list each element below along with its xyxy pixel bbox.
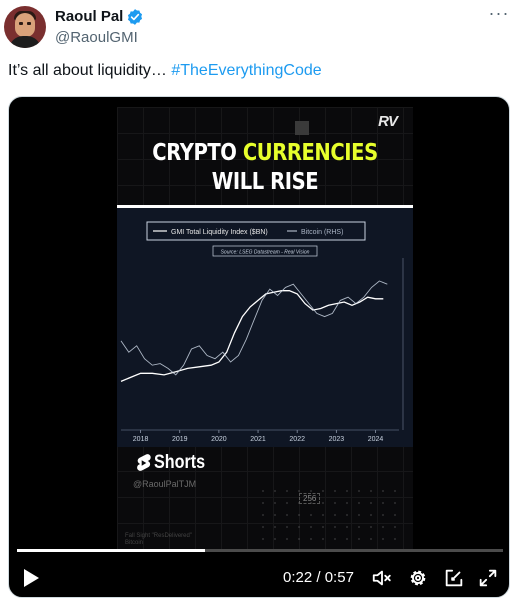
video-frame: RV CRYPTO CURRENCIES WILL RISE GMI Total… <box>117 107 413 551</box>
video-headline: CRYPTO CURRENCIES WILL RISE <box>139 139 391 197</box>
legend-label: Bitcoin (RHS) <box>301 229 343 236</box>
fullscreen-icon[interactable] <box>477 567 499 589</box>
headline-white: CRYPTO <box>152 140 243 166</box>
decorative-square <box>295 121 309 135</box>
shorts-label: Shorts <box>154 452 206 473</box>
tweet-text: It’s all about liquidity… #TheEverything… <box>8 62 322 80</box>
rv-logo: RV <box>378 113 398 130</box>
tiny-note: Fall Sight "ResDelivered" Bitcoin <box>125 533 192 547</box>
pip-icon[interactable] <box>443 567 465 589</box>
shorts-badge: Shorts <box>135 452 214 474</box>
time-total: 0:57 <box>324 569 354 586</box>
chart-source: Source: LSEG Datastream - Real Vision <box>221 250 310 256</box>
verified-badge-icon <box>127 9 143 25</box>
tweet-header: Raoul Pal @RaoulGMI ··· <box>0 0 524 56</box>
series-line <box>120 280 388 376</box>
series-line <box>120 290 384 382</box>
progress-fill <box>17 549 205 552</box>
headline-line2: WILL RISE <box>211 169 319 195</box>
legend-label: GMI Total Liquidity Index ($BN) <box>171 229 268 236</box>
settings-icon[interactable] <box>407 567 429 589</box>
chart-svg: GMI Total Liquidity Index ($BN) Bitcoin (… <box>120 221 404 443</box>
time-display: 0:22 / 0:57 <box>283 569 354 586</box>
x-tick-label: 2020 <box>211 436 227 443</box>
x-tick-label: 2021 <box>250 436 266 443</box>
x-tick-label: 2018 <box>133 436 149 443</box>
liquidity-chart: GMI Total Liquidity Index ($BN) Bitcoin (… <box>117 205 413 447</box>
x-tick-label: 2022 <box>289 436 305 443</box>
tiny-note-line: Fall Sight "ResDelivered" <box>125 533 192 539</box>
x-tick-label: 2019 <box>172 436 188 443</box>
avatar[interactable] <box>4 6 46 48</box>
author-name[interactable]: Raoul Pal <box>55 8 123 25</box>
volume-icon[interactable] <box>371 567 393 589</box>
code-number: 256 <box>299 493 321 504</box>
x-tick-label: 2024 <box>368 436 384 443</box>
tweet-body: It’s all about liquidity… <box>8 62 172 79</box>
time-current: 0:22 <box>283 569 313 586</box>
video-player[interactable]: RV CRYPTO CURRENCIES WILL RISE GMI Total… <box>8 96 510 598</box>
progress-bar[interactable] <box>17 549 503 552</box>
player-controls: 0:22 / 0:57 <box>9 563 509 593</box>
dot-grid <box>257 485 397 545</box>
x-tick-label: 2023 <box>329 436 345 443</box>
ellipsis-icon[interactable]: ··· <box>488 4 510 26</box>
play-icon[interactable] <box>21 567 41 589</box>
author-handle[interactable]: @RaoulGMI <box>55 29 138 46</box>
headline-accent: CURRENCIES <box>242 140 378 166</box>
channel-watermark: @RaoulPalTJM <box>133 479 197 489</box>
hashtag-link[interactable]: #TheEverythingCode <box>171 62 321 79</box>
tiny-note-line: Bitcoin <box>125 540 144 546</box>
shorts-icon <box>137 454 151 471</box>
